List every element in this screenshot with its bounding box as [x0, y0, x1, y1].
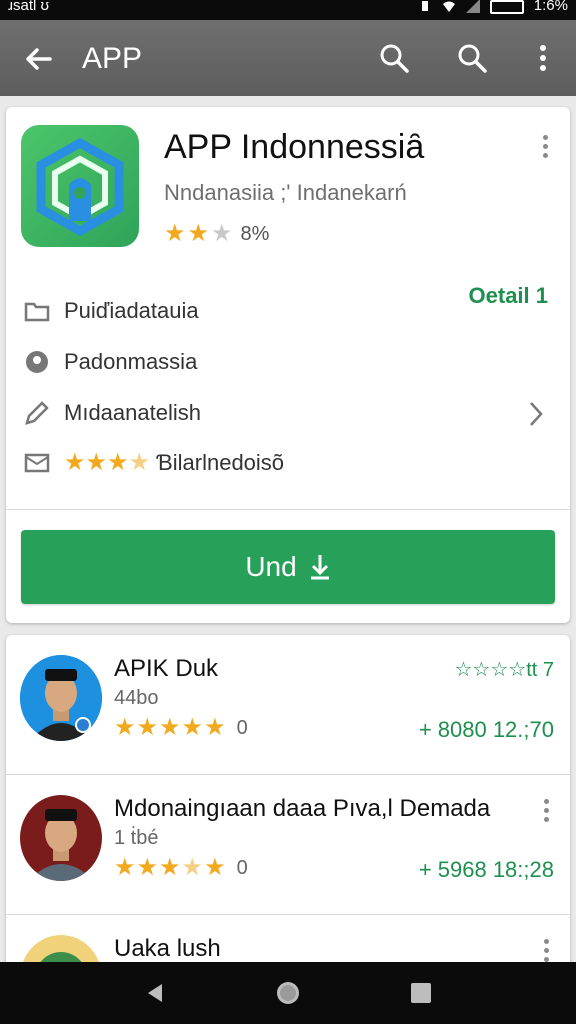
rating-count: 0 — [236, 856, 248, 879]
app-title: APP Indonnessiȃ — [164, 128, 425, 166]
star-icon: ★ — [107, 449, 129, 476]
related-list-card: APIK Duk 44bo ★ ★ ★ ★ ★ 0 ☆☆☆☆tt 7 + 808… — [6, 635, 570, 975]
system-nav-bar — [0, 962, 576, 1024]
app-rating: ★ ★ ★ 8% — [164, 221, 269, 247]
clock-label: 1:6% — [533, 0, 568, 14]
star-icon: ★ — [159, 854, 181, 881]
download-icon — [310, 555, 329, 580]
list-item-subtitle: 44bo — [114, 687, 159, 709]
star-icon: ★ — [114, 854, 136, 881]
star-icon: ★ — [64, 449, 86, 476]
status-icons: 1:6% — [418, 0, 568, 16]
star-half-icon: ★ — [128, 449, 151, 476]
rating-text: 8% — [240, 222, 270, 245]
divider — [6, 509, 570, 510]
pencil-icon — [25, 401, 49, 425]
avatar — [20, 795, 102, 881]
list-item[interactable]: Mdonaingıaan daaa Pıva,l Demada 1 ṫbé ★ … — [6, 775, 570, 914]
back-arrow-icon[interactable] — [22, 42, 56, 76]
status-bar: ɹsatl ʊ 1:6% — [0, 0, 576, 20]
list-item[interactable]: APIK Duk 44bo ★ ★ ★ ★ ★ 0 ☆☆☆☆tt 7 + 808… — [6, 635, 570, 774]
battery-icon — [489, 0, 524, 14]
star-half-icon: ★ — [181, 854, 204, 881]
more-vert-icon[interactable] — [526, 41, 560, 75]
location-pin-icon — [26, 351, 48, 373]
app-detail-card: APP Indonnessiȃ Nndanasiia ;' Indanekarń… — [6, 107, 570, 623]
nav-recents-icon[interactable] — [406, 978, 436, 1008]
info-row-label: Padonmassia — [64, 349, 198, 374]
folder-icon — [24, 302, 50, 322]
star-icon: ★ — [136, 854, 159, 881]
list-item-rating: ★ ★ ★ ★ ★ 0 — [114, 715, 248, 741]
star-icon: ★ — [204, 714, 226, 741]
detail-link[interactable]: Oetail 1 — [469, 283, 548, 309]
app-bar-title: APP — [82, 42, 143, 75]
info-row-category[interactable]: Puiďiadatauia — [22, 293, 199, 329]
app-bar: APP — [0, 20, 576, 96]
star-icon: ★ — [204, 854, 226, 881]
install-button[interactable]: Und — [21, 530, 555, 604]
chevron-right-icon[interactable] — [526, 399, 546, 429]
info-row-label: Mıdaanatelish — [64, 400, 201, 425]
list-item-title: Mdonaingıaan daaa Pıva,l Demada — [114, 795, 491, 822]
search-icon[interactable] — [455, 41, 489, 75]
install-button-label: Und — [245, 551, 297, 582]
carrier-label: ɹsatl ʊ — [8, 0, 50, 14]
nav-back-icon[interactable] — [140, 978, 170, 1008]
rating-count: 0 — [236, 716, 248, 739]
info-row-edit[interactable]: Mıdaanatelish — [22, 395, 201, 431]
list-item-price: + 8080 12.;70 — [418, 717, 554, 742]
nav-home-icon[interactable] — [273, 978, 303, 1008]
info-row-label: Puiďiadatauia — [64, 298, 199, 323]
wifi-icon — [442, 1, 455, 12]
star-icon: ★ — [181, 714, 204, 741]
star-icon: ★ — [211, 220, 233, 247]
more-vert-icon[interactable] — [541, 799, 551, 827]
star-icon: ★ — [136, 714, 159, 741]
star-icon: ★ — [114, 714, 136, 741]
avatar — [20, 655, 102, 741]
mail-icon — [24, 453, 50, 473]
search-icon[interactable] — [377, 41, 411, 75]
star-icon: ★ — [164, 220, 186, 247]
star-icon: ★ — [159, 714, 181, 741]
list-item-title: Uaka lush — [114, 935, 221, 962]
app-developer: Nndanasiia ;' Indanekarń — [164, 180, 407, 205]
vibrate-icon — [421, 1, 428, 11]
list-item-rating: ★ ★ ★ ★ ★ 0 — [114, 855, 248, 881]
star-icon: ★ — [85, 449, 108, 476]
signal-icon — [465, 0, 480, 13]
info-row-label: Ɓilarlnedoisõ — [156, 450, 285, 475]
info-row-location[interactable]: Padonmassia — [22, 344, 197, 380]
list-item-price: + 5968 18:;28 — [418, 857, 554, 882]
more-vert-icon[interactable] — [540, 135, 550, 163]
star-icon: ★ — [187, 220, 210, 247]
info-row-reviews[interactable]: ★ ★ ★ ★ Ɓilarlnedoisõ — [22, 445, 284, 481]
list-item-subtitle: 1 ṫbé — [114, 827, 159, 849]
app-logo-icon — [21, 125, 139, 247]
list-item-title: APIK Duk — [114, 655, 219, 682]
list-item-badge: ☆☆☆☆tt 7 — [454, 659, 554, 681]
